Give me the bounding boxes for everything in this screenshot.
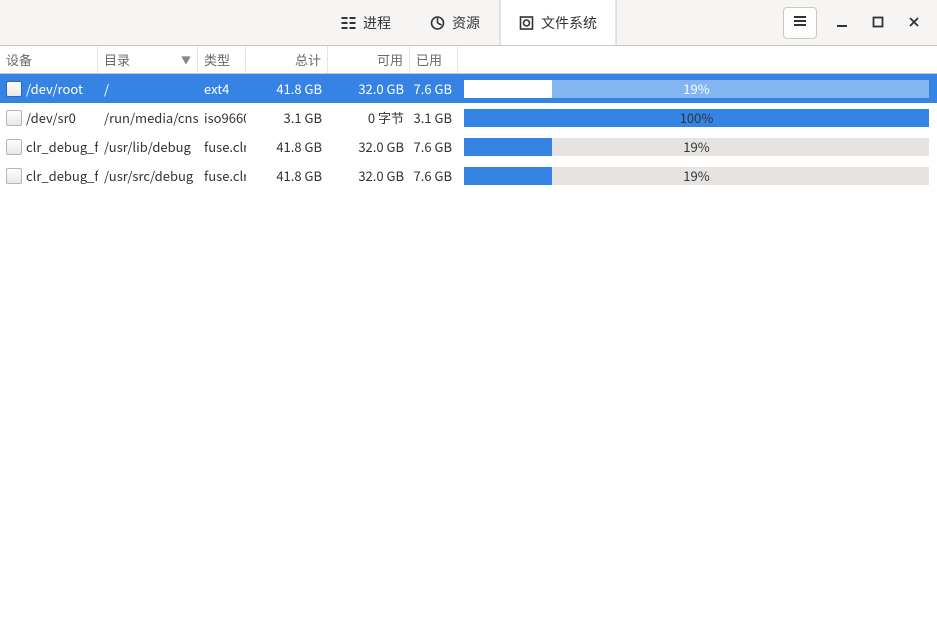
device-text: clr_debug_fuse [26, 137, 98, 156]
cell-usage-bar: 100% [458, 109, 937, 127]
cell-device: clr_debug_fuse [0, 166, 98, 185]
menu-button[interactable] [783, 7, 817, 39]
cell-device: clr_debug_fuse [0, 137, 98, 156]
cell-available: 0 字节 [328, 108, 410, 127]
col-total[interactable]: 总计 [246, 46, 328, 73]
cell-total: 3.1 GB [246, 108, 328, 127]
tab-resources-label: 资源 [452, 13, 480, 33]
usage-percent-label: 19% [683, 167, 709, 185]
maximize-button[interactable] [867, 12, 889, 34]
cell-type: fuse.clr [198, 166, 246, 185]
table-row[interactable]: clr_debug_fuse/usr/lib/debugfuse.clr41.8… [0, 132, 937, 161]
processes-icon [340, 15, 356, 31]
cell-device: /dev/root [0, 79, 98, 98]
usage-percent-label: 100% [680, 109, 714, 127]
cell-total: 41.8 GB [246, 137, 328, 156]
table-row[interactable]: /dev/sr0/run/media/cnsiso96603.1 GB0 字节3… [0, 103, 937, 132]
cell-type: iso9660 [198, 108, 246, 127]
disk-icon [6, 168, 22, 184]
cell-total: 41.8 GB [246, 166, 328, 185]
usage-progress: 19% [464, 138, 929, 156]
cell-usage-bar: 19% [458, 138, 937, 156]
close-button[interactable] [903, 12, 925, 34]
col-used[interactable]: 已用 [410, 46, 458, 73]
usage-percent-label: 19% [683, 138, 709, 156]
cell-available: 32.0 GB [328, 79, 410, 98]
maximize-icon [872, 13, 884, 32]
table-header: 设备 目录 ▼ 类型 总计 可用 已用 [0, 46, 937, 74]
cell-used: 7.6 GB [410, 79, 458, 98]
cell-directory: /run/media/cns [98, 108, 198, 127]
titlebar: 进程 资源 文件系统 [0, 0, 937, 46]
minimize-icon [836, 13, 848, 32]
cell-type: fuse.clr [198, 137, 246, 156]
disk-icon [6, 81, 22, 97]
cell-used: 7.6 GB [410, 137, 458, 156]
disk-icon [6, 139, 22, 155]
tab-filesystems-label: 文件系统 [541, 13, 597, 33]
device-text: /dev/sr0 [26, 108, 76, 127]
table-row[interactable]: clr_debug_fuse/usr/src/debugfuse.clr41.8… [0, 161, 937, 190]
table-row[interactable]: /dev/root /ext441.8 GB32.0 GB7.6 GB 19% [0, 74, 937, 103]
close-icon [908, 13, 920, 32]
usage-progress: 19% [464, 167, 929, 185]
cell-used: 7.6 GB [410, 166, 458, 185]
tab-processes[interactable]: 进程 [321, 0, 410, 45]
cell-type: ext4 [198, 79, 246, 98]
hamburger-icon [792, 13, 808, 33]
col-device[interactable]: 设备 [0, 46, 98, 73]
minimize-button[interactable] [831, 12, 853, 34]
tab-filesystems[interactable]: 文件系统 [499, 0, 616, 45]
cell-device: /dev/sr0 [0, 108, 98, 127]
table-body: /dev/root/ext441.8 GB32.0 GB7.6 GB19%/de… [0, 74, 937, 623]
tab-bar: 进程 资源 文件系统 [321, 0, 616, 45]
col-type[interactable]: 类型 [198, 46, 246, 73]
col-directory[interactable]: 目录 ▼ [98, 46, 198, 73]
usage-progress: 100% [464, 109, 929, 127]
tab-processes-label: 进程 [363, 13, 391, 33]
resources-icon [429, 15, 445, 31]
tab-resources[interactable]: 资源 [410, 0, 499, 45]
usage-progress: 19% [464, 80, 929, 98]
cell-usage-bar: 19% [458, 167, 937, 185]
cell-directory: / [98, 79, 198, 98]
cell-available: 32.0 GB [328, 166, 410, 185]
window-controls [783, 7, 937, 39]
cell-used: 3.1 GB [410, 108, 458, 127]
cell-usage-bar: 19% [458, 80, 937, 98]
cell-directory: /usr/src/debug [98, 166, 198, 185]
sort-descending-icon: ▼ [181, 52, 191, 67]
col-usage-bar [458, 46, 937, 73]
device-text: clr_debug_fuse [26, 166, 98, 185]
col-available[interactable]: 可用 [328, 46, 410, 73]
filesystems-icon [518, 15, 534, 31]
disk-icon [6, 110, 22, 126]
cell-total: 41.8 GB [246, 79, 328, 98]
usage-percent-label: 19% [683, 80, 709, 98]
device-text: /dev/root [26, 79, 83, 98]
cell-available: 32.0 GB [328, 137, 410, 156]
cell-directory: /usr/lib/debug [98, 137, 198, 156]
